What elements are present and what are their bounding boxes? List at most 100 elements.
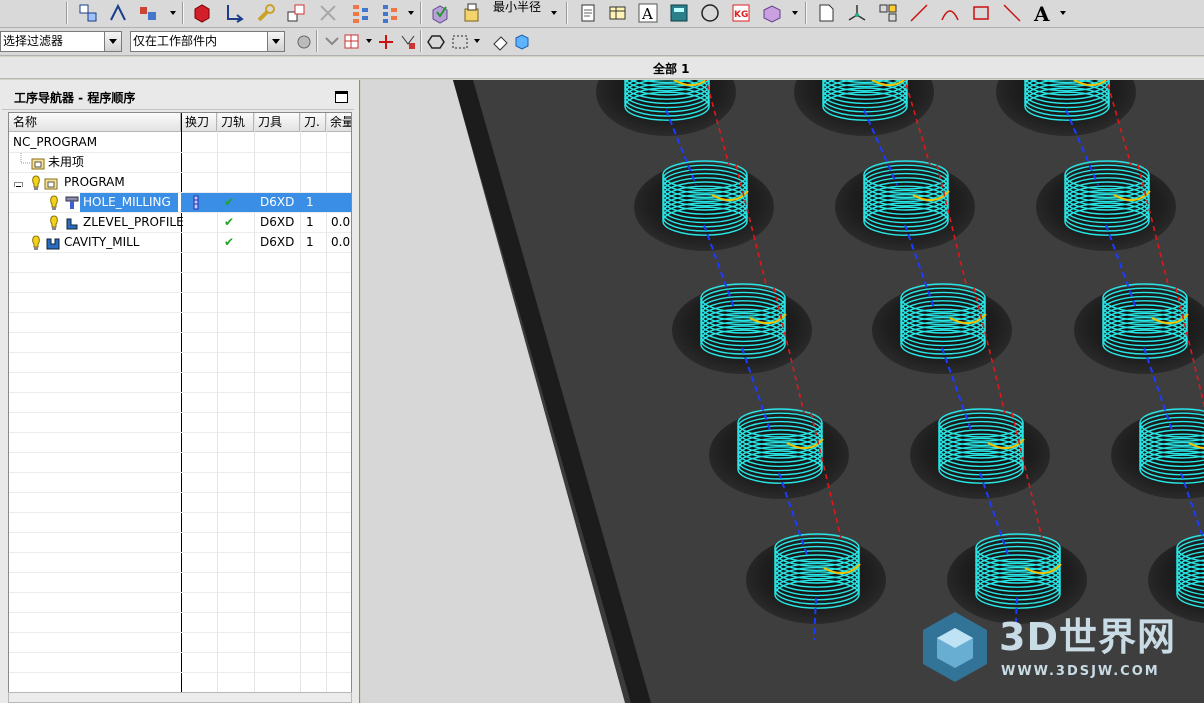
select-box-icon[interactable] <box>340 30 364 54</box>
weight-kg-icon[interactable]: KG <box>729 1 753 25</box>
folder-icon <box>31 156 45 170</box>
point-icon[interactable] <box>374 30 398 54</box>
arc-icon[interactable] <box>938 1 962 25</box>
table-row-selected[interactable]: HOLE_MILLING ✔ D6XD 1 <box>9 193 351 213</box>
calculator-icon[interactable] <box>667 1 691 25</box>
row-name: ZLEVEL_PROFILE <box>83 215 184 229</box>
filter-combo[interactable]: 选择过滤器 <box>0 31 122 52</box>
graphics-viewport[interactable]: 3D世界网 WWW.3DSJW.COM <box>361 80 1204 703</box>
table-row[interactable]: ZLEVEL_PROFILE ✔ D6XD 1 0.00 <box>9 213 351 233</box>
empty-row <box>9 313 351 333</box>
row-stock: 0.00 <box>331 235 351 249</box>
selection-toolbar: 选择过滤器 仅在工作部件内 <box>0 28 1204 56</box>
status-bulb-icon <box>49 195 59 211</box>
assembly-icon[interactable] <box>76 1 100 25</box>
hexagon-icon[interactable] <box>424 30 448 54</box>
maximize-icon[interactable] <box>335 91 348 103</box>
chevron-down-icon[interactable] <box>474 39 480 43</box>
material-icon[interactable] <box>760 1 784 25</box>
box-check-icon[interactable] <box>428 1 452 25</box>
wrench-icon[interactable] <box>254 1 278 25</box>
tool-change-icon <box>192 195 200 210</box>
blocks-icon[interactable] <box>284 1 308 25</box>
empty-row <box>9 453 351 473</box>
row-tool-number: 1 <box>306 215 314 229</box>
axis-icon[interactable] <box>845 1 869 25</box>
toolbar-separator <box>66 2 68 24</box>
chevron-down-icon[interactable] <box>1060 11 1066 15</box>
row-name: 未用项 <box>48 155 85 169</box>
row-name: CAVITY_MILL <box>64 235 140 249</box>
window-select-icon[interactable] <box>448 30 472 54</box>
collapse-icon[interactable] <box>14 178 23 187</box>
toolbar-separator <box>182 2 184 24</box>
status-bulb-icon <box>31 175 41 191</box>
table-row[interactable]: NC_PROGRAM <box>9 133 351 153</box>
row-tool-number: 1 <box>306 195 314 209</box>
column-header-name[interactable]: 名称 <box>9 113 181 132</box>
text-tool-icon[interactable]: A <box>1031 1 1055 25</box>
row-name: NC_PROGRAM <box>13 135 98 149</box>
viewport-title-bar: 全部 1 <box>0 57 1204 79</box>
document-icon[interactable] <box>576 1 600 25</box>
column-header-stock[interactable]: 余量 <box>326 113 351 132</box>
scope-combo[interactable]: 仅在工作部件内 <box>130 31 285 52</box>
column-header-tool-change[interactable]: 换刀 <box>181 113 217 132</box>
spline-icon[interactable] <box>1000 1 1024 25</box>
chevron-down-icon[interactable] <box>170 11 176 15</box>
path-status-check: ✔ <box>224 195 235 209</box>
circle-icon[interactable] <box>698 1 722 25</box>
column-header-path[interactable]: 刀轨 <box>217 113 254 132</box>
operation-navigator: 工序导航器 - 程序顺序 名称 换刀 刀轨 刀具 刀. 余量 NC_PROGRA… <box>0 80 360 703</box>
row-stock: 0.00 <box>331 215 351 229</box>
toolbar-separator <box>420 2 422 24</box>
watermark-url: WWW.3DSJW.COM <box>1001 664 1160 679</box>
move-icon[interactable] <box>222 1 246 25</box>
hierarchy-icon[interactable] <box>348 1 372 25</box>
empty-row <box>9 513 351 533</box>
filter-icon[interactable] <box>396 30 420 54</box>
cube-red-icon[interactable] <box>190 1 214 25</box>
empty-row <box>9 253 351 273</box>
empty-row <box>9 593 351 613</box>
table-row[interactable]: 未用项 <box>9 153 351 173</box>
table-row[interactable]: PROGRAM <box>9 173 351 193</box>
path-status-check: ✔ <box>224 235 235 249</box>
chevron-down-icon[interactable] <box>408 11 414 15</box>
sheet-icon[interactable] <box>814 1 838 25</box>
table-icon[interactable] <box>606 1 630 25</box>
layout-icon[interactable] <box>876 1 900 25</box>
path-status-check: ✔ <box>224 215 235 229</box>
column-header-tool[interactable]: 刀具 <box>254 113 300 132</box>
empty-row <box>9 353 351 373</box>
min-radius-label[interactable]: 最小半径 <box>493 0 541 14</box>
horizontal-scrollbar[interactable] <box>8 692 352 703</box>
eraser-icon[interactable] <box>488 30 512 54</box>
cube-blue-icon[interactable] <box>510 30 534 54</box>
rectangle-icon[interactable] <box>969 1 993 25</box>
select-gear-icon[interactable] <box>292 30 316 54</box>
column-header-number[interactable]: 刀. <box>300 113 326 132</box>
navigator-header: 工序导航器 - 程序顺序 <box>2 82 354 110</box>
chevron-down-icon[interactable] <box>792 11 798 15</box>
toolbar-separator <box>805 2 807 24</box>
row-name: HOLE_MILLING <box>83 195 171 209</box>
navigator-title: 工序导航器 - 程序顺序 <box>14 91 136 105</box>
chevron-down-icon[interactable] <box>366 39 372 43</box>
table-row[interactable]: CAVITY_MILL ✔ D6XD 1 0.00 <box>9 233 351 253</box>
status-bulb-icon <box>31 235 41 251</box>
list-icon[interactable] <box>378 1 402 25</box>
component-icon[interactable] <box>136 1 160 25</box>
chevron-down-icon[interactable] <box>267 32 284 51</box>
viewport-title: 全部 1 <box>653 62 690 76</box>
toolbar-separator <box>316 30 318 52</box>
chevron-down-icon[interactable] <box>104 32 121 51</box>
disabled-icon[interactable] <box>316 1 340 25</box>
line-icon[interactable] <box>907 1 931 25</box>
constraint-icon[interactable] <box>106 1 130 25</box>
measure-icon[interactable] <box>460 1 484 25</box>
hole-milling-icon <box>64 195 80 211</box>
chevron-down-icon[interactable] <box>551 11 557 15</box>
text-a-icon[interactable]: A <box>636 1 660 25</box>
empty-row <box>9 393 351 413</box>
